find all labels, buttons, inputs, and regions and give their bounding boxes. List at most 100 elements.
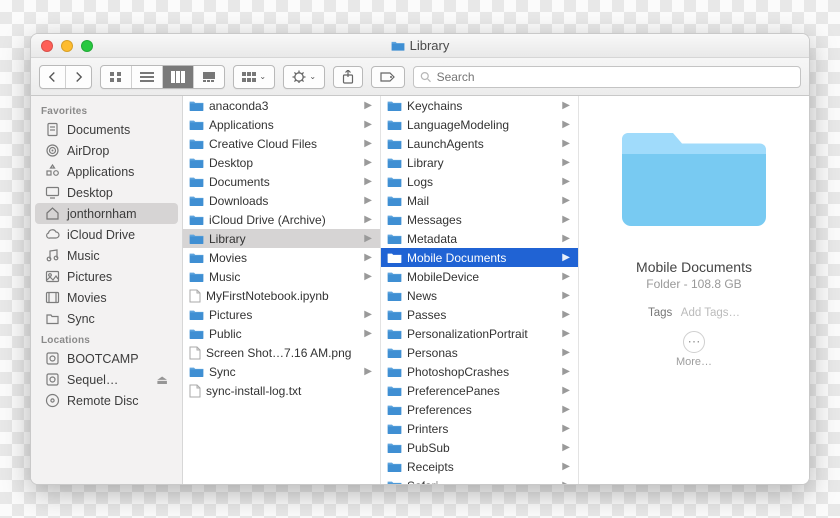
sidebar-item[interactable]: Movies [35,287,178,308]
sidebar-item-label: Desktop [67,186,113,200]
sidebar-item-label: Music [67,249,100,263]
search-icon [420,71,431,83]
sidebar-item[interactable]: BOOTCAMP [35,348,178,369]
tags-button[interactable] [371,66,405,88]
finder-window: Library ⌄ ⌄ FavoritesDocumentsAirDropApp… [30,33,810,485]
back-button[interactable] [40,66,66,88]
list-item[interactable]: anaconda3 ▶ [183,96,380,115]
list-item[interactable]: Library▶ [183,229,380,248]
list-item[interactable]: Keychains▶ [381,96,578,115]
item-label: Personas [407,346,458,360]
list-item[interactable]: Applications▶ [183,115,380,134]
preview-subtitle: Folder - 108.8 GB [646,277,741,291]
minimize-button[interactable] [61,40,73,52]
list-item[interactable]: Logs▶ [381,172,578,191]
list-item[interactable]: iCloud Drive (Archive)▶ [183,210,380,229]
item-label: Receipts [407,460,454,474]
eject-icon[interactable]: ⏏ [156,372,168,387]
sidebar-item[interactable]: iCloud Drive [35,224,178,245]
list-item[interactable]: Pictures▶ [183,305,380,324]
list-view-button[interactable] [132,66,163,88]
sidebar-item[interactable]: Applications [35,161,178,182]
list-item[interactable]: Personas ▶ [381,343,578,362]
chevron-right-icon: ▶ [562,366,572,377]
folder-icon [619,112,769,237]
list-item[interactable]: Mail▶ [381,191,578,210]
sidebar-item[interactable]: Documents [35,119,178,140]
list-item[interactable]: LaunchAgents▶ [381,134,578,153]
column-2[interactable]: Keychains▶LanguageModeling▶LaunchAgents▶… [381,96,579,484]
sidebar-item[interactable]: jonthornham [35,203,178,224]
sidebar-item[interactable]: Sequel…⏏ [35,369,178,390]
more-button[interactable]: ⋯ [683,331,705,353]
sidebar-item[interactable]: Pictures [35,266,178,287]
list-item[interactable]: Downloads▶ [183,191,380,210]
preview-tags[interactable]: Tags Add Tags… [648,307,740,319]
list-item[interactable]: Passes▶ [381,305,578,324]
list-item[interactable]: MyFirstNotebook.ipynb [183,286,380,305]
zoom-button[interactable] [81,40,93,52]
list-item[interactable]: Messages▶ [381,210,578,229]
list-item[interactable]: Receipts▶ [381,457,578,476]
chevron-right-icon: ▶ [562,176,572,187]
list-item[interactable]: Music ▶ [183,267,380,286]
search-field[interactable] [413,66,801,88]
item-label: anaconda3 [209,99,268,113]
icon-view-button[interactable] [101,66,132,88]
sidebar-section-header: Favorites [31,100,182,119]
sidebar-item-label: Documents [67,123,130,137]
list-item[interactable]: Preferences▶ [381,400,578,419]
list-item[interactable]: Mobile Documents ▶ [381,248,578,267]
sidebar-item-label: Remote Disc [67,394,139,408]
item-label: MyFirstNotebook.ipynb [206,289,329,303]
list-item[interactable]: Library▶ [381,153,578,172]
list-item[interactable]: Sync▶ [183,362,380,381]
chevron-right-icon: ▶ [364,100,374,111]
share-button[interactable] [333,66,363,88]
list-item[interactable]: sync-install-log.txt [183,381,380,400]
list-item[interactable]: PersonalizationPortrait▶ [381,324,578,343]
column-view-button[interactable] [163,66,194,88]
more-label: More… [676,356,712,368]
item-label: Music [209,270,240,284]
list-item[interactable]: PubSub▶ [381,438,578,457]
list-item[interactable]: Printers▶ [381,419,578,438]
list-item[interactable]: News▶ [381,286,578,305]
item-label: PhotoshopCrashes [407,365,509,379]
list-item[interactable]: Public▶ [183,324,380,343]
list-item[interactable]: Safari▶ [381,476,578,484]
sidebar-item[interactable]: Desktop [35,182,178,203]
list-item[interactable]: Screen Shot…7.16 AM.png [183,343,380,362]
sidebar-item-label: Sync [67,312,95,326]
list-item[interactable]: Desktop▶ [183,153,380,172]
list-item[interactable]: Creative Cloud Files▶ [183,134,380,153]
item-label: Creative Cloud Files [209,137,317,151]
item-label: Messages [407,213,462,227]
column-1[interactable]: anaconda3▶Applications▶Creative Cloud Fi… [183,96,381,484]
chevron-right-icon: ▶ [562,252,572,263]
window-title: Library [410,38,450,53]
list-item[interactable]: Documents▶ [183,172,380,191]
list-item[interactable]: PreferencePanes▶ [381,381,578,400]
list-item[interactable]: Movies▶ [183,248,380,267]
list-item[interactable]: Metadata▶ [381,229,578,248]
chevron-right-icon: ▶ [562,290,572,301]
sidebar-item[interactable]: AirDrop [35,140,178,161]
close-button[interactable] [41,40,53,52]
sidebar-item[interactable]: Remote Disc [35,390,178,411]
list-item[interactable]: LanguageModeling▶ [381,115,578,134]
search-input[interactable] [437,70,794,84]
item-label: Mobile Documents [407,251,506,265]
chevron-right-icon: ▶ [364,271,374,282]
gallery-view-button[interactable] [194,66,224,88]
list-item[interactable]: MobileDevice▶ [381,267,578,286]
sidebar-item[interactable]: Music [35,245,178,266]
chevron-right-icon: ▶ [562,271,572,282]
sidebar-item[interactable]: Sync [35,308,178,329]
item-label: Mail [407,194,429,208]
chevron-right-icon: ▶ [562,347,572,358]
action-menu[interactable]: ⌄ [283,65,325,89]
arrange-menu[interactable]: ⌄ [233,65,275,89]
list-item[interactable]: PhotoshopCrashes ▶ [381,362,578,381]
forward-button[interactable] [66,66,91,88]
